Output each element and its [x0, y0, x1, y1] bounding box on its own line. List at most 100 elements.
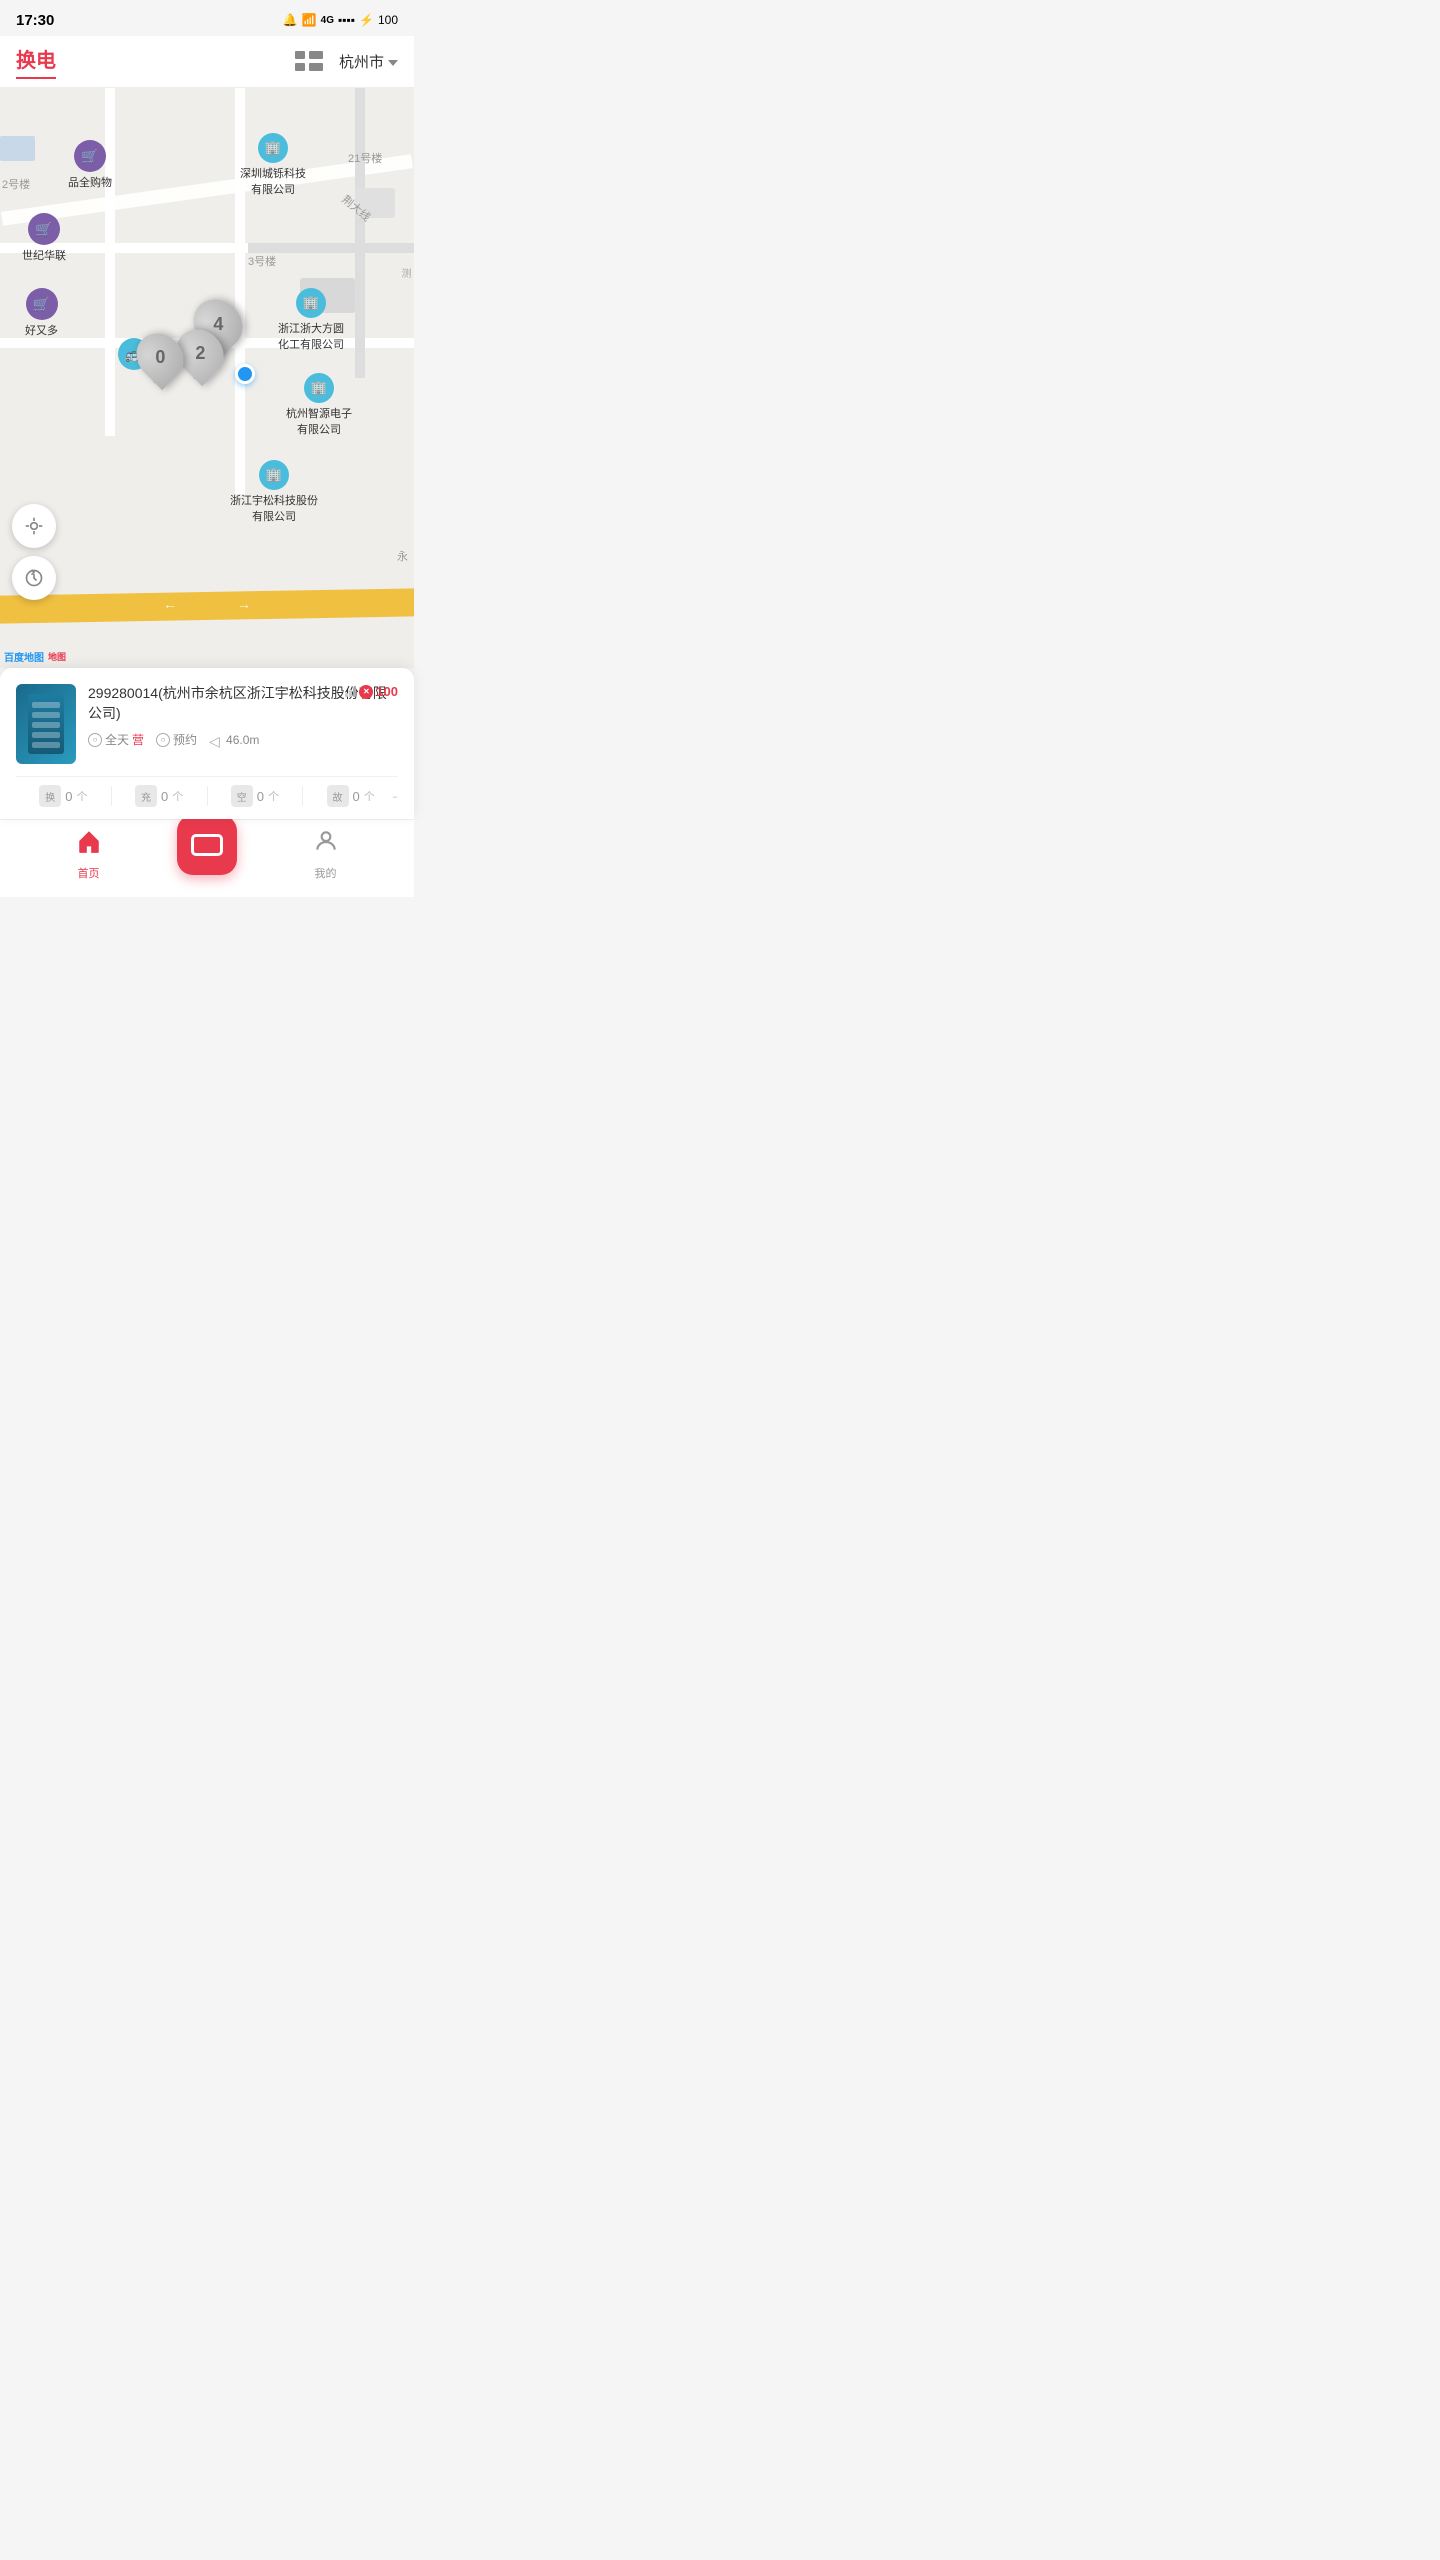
营业-icon: 营 — [132, 731, 144, 748]
slot-icon-kong: 空 — [231, 785, 253, 807]
slot-count-1: 0 — [161, 789, 168, 804]
mine-label: 我的 — [315, 865, 337, 881]
slot-item-3: 故 0 个 — [303, 785, 398, 807]
grid-line — [309, 51, 323, 59]
bottom-nav: 首页 我的 — [0, 819, 414, 897]
baidu-text: 百度地图 — [4, 649, 44, 664]
signal-value: 100 — [376, 684, 398, 699]
status-time: 17:30 — [16, 12, 54, 29]
poi-haoyouduo-icon: 🛒 — [26, 288, 58, 320]
city-selector[interactable]: 杭州市 — [339, 51, 398, 72]
poi-shiji-icon: 🛒 — [28, 213, 60, 245]
user-location-dot — [235, 364, 255, 384]
slot-unit-1: 个 — [172, 788, 183, 804]
hours-label: 全天 — [105, 731, 129, 748]
battery-value: 100 — [378, 13, 398, 27]
charging-icon: ⚡ — [359, 13, 374, 27]
road-v3 — [355, 88, 365, 378]
slot-icon-gu: 故 — [327, 785, 349, 807]
signal-bars-icon — [345, 687, 356, 697]
nav-title: 换电 — [16, 44, 56, 79]
pin0-number: 0 — [155, 347, 165, 368]
station-img-inner — [28, 694, 64, 754]
poi-zhiyuan-icon: 🏢 — [304, 373, 334, 403]
fab-scan-button[interactable] — [177, 815, 237, 875]
card-meta: ○ 全天 营 ○ 预约 ◁ 46.0m — [88, 731, 398, 748]
slot-icon-chong: 充 — [135, 785, 157, 807]
poi-zheda[interactable]: 🏢 浙江浙大方圆化工有限公司 — [278, 288, 344, 352]
poi-yusong-icon: 🏢 — [259, 460, 289, 490]
status-bar: 17:30 🔔 📶 4G ▪▪▪▪ ⚡ 100 — [0, 0, 414, 36]
signal-badge: ✕ 100 — [345, 684, 398, 699]
baidu-watermark: 百度地图 地图 — [4, 649, 66, 664]
card-arrow: - — [392, 786, 398, 807]
location-crosshair-button[interactable] — [12, 504, 56, 548]
poi-pinquan-icon: 🛒 — [74, 140, 106, 172]
station-image — [16, 684, 76, 764]
booking-label: 预约 — [173, 731, 197, 748]
scan-icon — [191, 834, 223, 856]
nav-home[interactable]: 首页 — [0, 828, 177, 881]
city-name: 杭州市 — [339, 51, 384, 72]
discover-text: 测 — [397, 268, 412, 278]
road-label-yong: 永 — [397, 548, 408, 564]
card-header: 299280014(杭州市余杭区浙江宇松科技股份有限公司) ○ 全天 营 ○ 预… — [16, 684, 398, 764]
building-block3 — [0, 136, 35, 161]
calendar-icon: ○ — [156, 733, 170, 747]
mute-icon: 🔔 — [283, 13, 298, 27]
poi-zheda-label: 浙江浙大方圆化工有限公司 — [278, 320, 344, 352]
poi-haoyouduo-label: 好又多 — [25, 322, 58, 338]
map-container[interactable]: ← → 🛒 品全购物 🏢 深圳城铄科技有限公司 🛒 世纪华联 🛒 好又多 🚌 🏢… — [0, 88, 414, 668]
slot-count-0: 0 — [65, 789, 72, 804]
baidu-sub: 地图 — [48, 650, 66, 663]
user-icon — [313, 828, 339, 861]
arrow-right: → — [237, 596, 251, 612]
slot-stats-row: 换 0 个 充 0 个 空 0 个 故 0 个 - — [16, 776, 398, 811]
poi-shenzhen[interactable]: 🏢 深圳城铄科技有限公司 — [240, 133, 306, 197]
top-nav: 换电 杭州市 — [0, 36, 414, 88]
nav-scan[interactable] — [177, 835, 237, 875]
wifi-icon: 📶 — [302, 13, 317, 27]
station-bottom-card: ✕ 100 299280014(杭州市余杭区浙江宇松科技股份有限公司) ○ 全天… — [0, 668, 414, 819]
grid-cell — [295, 51, 305, 59]
building-label-3: 3号楼 — [248, 253, 276, 269]
grid-list-button[interactable] — [295, 51, 323, 73]
grid-line — [309, 63, 323, 71]
poi-yusong-label: 浙江宇松科技股份有限公司 — [230, 492, 318, 524]
grid-cell — [295, 63, 305, 71]
navigation-icon: ◁ — [209, 733, 223, 747]
poi-haoyouduo[interactable]: 🛒 好又多 — [25, 288, 58, 338]
status-icons: 🔔 📶 4G ▪▪▪▪ ⚡ 100 — [283, 13, 398, 27]
poi-pinquan-label: 品全购物 — [68, 174, 112, 190]
building-label-21: 21号楼 — [348, 150, 382, 166]
poi-yusong[interactable]: 🏢 浙江宇松科技股份有限公司 — [230, 460, 318, 524]
signal-4g-icon: 4G — [321, 15, 334, 26]
road-arrows: ← → — [0, 596, 414, 612]
home-label: 首页 — [78, 865, 100, 881]
slot-count-2: 0 — [257, 789, 264, 804]
slot-unit-0: 个 — [76, 788, 87, 804]
poi-zheda-icon: 🏢 — [296, 288, 326, 318]
building-label-2: 2号楼 — [2, 176, 30, 192]
map-pin-0[interactable]: 0 — [138, 332, 182, 384]
map-pin-2[interactable]: 2 — [178, 328, 222, 380]
meta-booking: ○ 预约 — [156, 731, 197, 748]
poi-pinquan[interactable]: 🛒 品全购物 — [68, 140, 112, 190]
distance-label: 46.0m — [226, 733, 259, 747]
slot-unit-2: 个 — [268, 788, 279, 804]
poi-shenzhen-label: 深圳城铄科技有限公司 — [240, 165, 306, 197]
poi-zhiyuan-label: 杭州智源电子有限公司 — [286, 405, 352, 437]
pin2-number: 2 — [195, 343, 205, 364]
location-history-button[interactable] — [12, 556, 56, 600]
poi-zhiyuan[interactable]: 🏢 杭州智源电子有限公司 — [286, 373, 352, 437]
meta-distance: ◁ 46.0m — [209, 733, 259, 747]
arrow-left: ← — [163, 596, 177, 612]
nav-right: 杭州市 — [295, 51, 398, 73]
chevron-down-icon — [388, 60, 398, 66]
home-icon — [76, 828, 102, 861]
poi-shiji-label: 世纪华联 — [22, 247, 66, 263]
slot-unit-3: 个 — [364, 788, 375, 804]
nav-mine[interactable]: 我的 — [237, 828, 414, 881]
slot-item-1: 充 0 个 — [112, 785, 207, 807]
poi-shiji[interactable]: 🛒 世纪华联 — [22, 213, 66, 263]
